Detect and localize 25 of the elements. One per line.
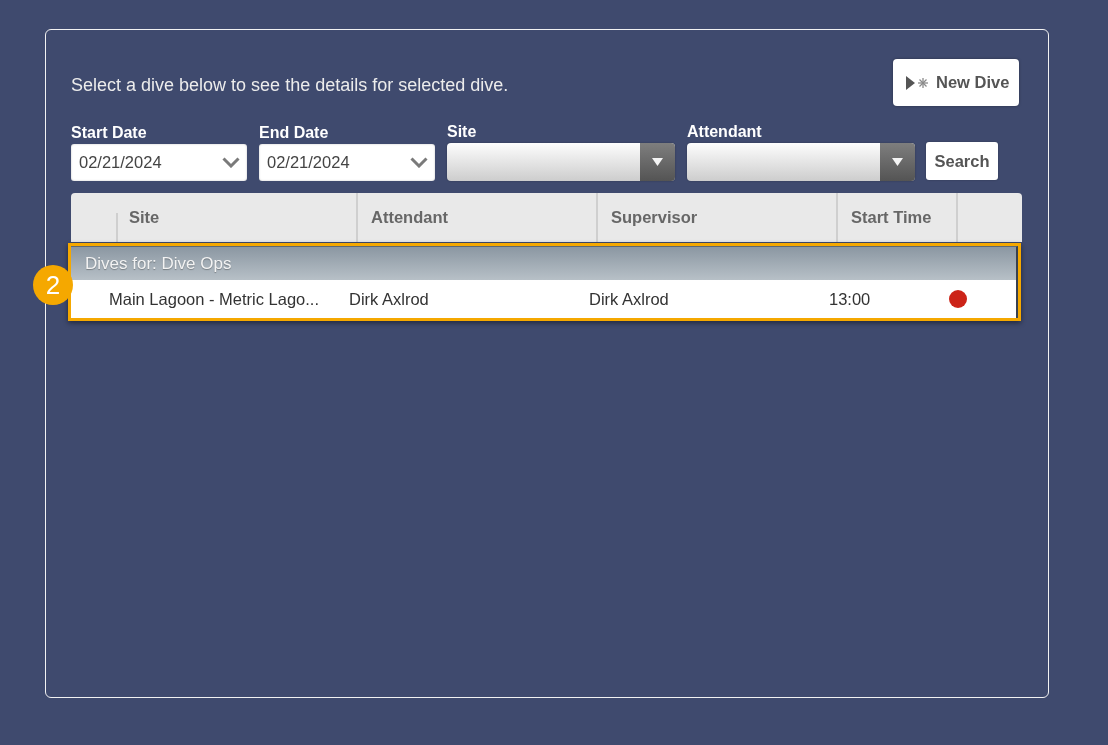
table-cell: Dirk Axlrod <box>589 289 669 309</box>
column-header: Attendant <box>371 208 448 227</box>
group-header: Dives for: Dive Ops <box>71 246 1018 280</box>
intro-text: Select a dive below to see the details for selected dive. <box>71 74 509 96</box>
filter-label: Site <box>447 123 478 141</box>
column-header: Supervisor <box>611 208 698 227</box>
filter-label: End Date <box>259 124 330 142</box>
play-star-icon <box>906 75 930 90</box>
date-field[interactable]: 02/21/2024 <box>259 144 435 181</box>
filter-label: Start Date <box>71 124 148 142</box>
filter-label: Attendant <box>687 123 763 141</box>
table-cell: Dirk Axlrod <box>349 289 429 309</box>
table-cell: Main Lagoon - Metric Lago... <box>109 289 320 309</box>
column-header: Start Time <box>851 208 932 227</box>
date-field[interactable]: 02/21/2024 <box>71 144 247 181</box>
table-row[interactable]: Main Lagoon - Metric Lago... Dirk Axlrod Dirk Axlrod 13:00 <box>71 280 1018 318</box>
step-badge: 2 <box>33 265 73 305</box>
table-cell: 13:00 <box>829 289 871 309</box>
new-dive-button[interactable]: New Dive <box>893 59 1019 106</box>
chevron-down-icon <box>222 157 240 168</box>
dropdown-field[interactable] <box>447 143 675 181</box>
dropdown-field[interactable] <box>687 143 915 181</box>
column-header: Site <box>129 208 160 227</box>
chevron-down-icon <box>410 157 428 168</box>
search-button[interactable]: Search <box>926 142 998 180</box>
